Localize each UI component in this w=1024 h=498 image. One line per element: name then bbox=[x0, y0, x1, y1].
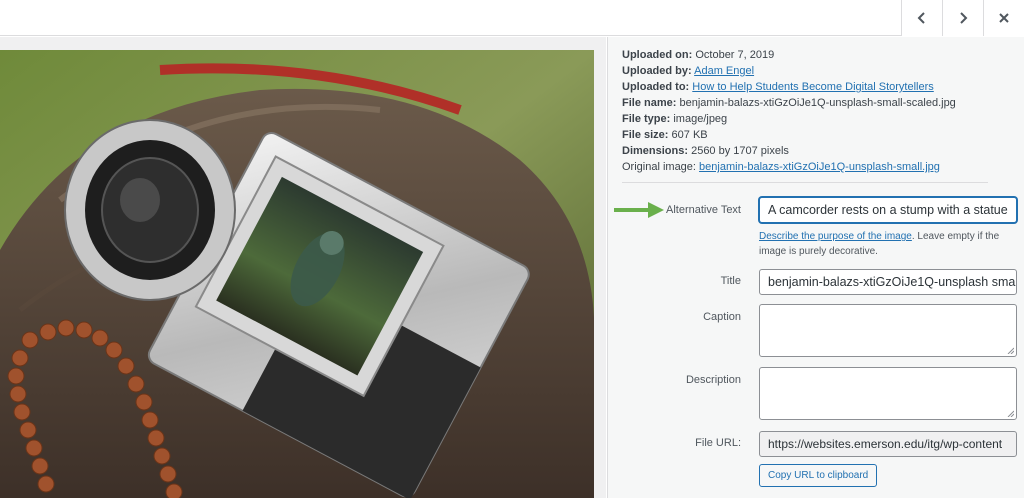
title-input[interactable]: benjamin-balazs-xtiGzOiJe1Q-unsplash sma… bbox=[759, 269, 1017, 295]
divider bbox=[622, 182, 988, 183]
file-name-value: benjamin-balazs-xtiGzOiJe1Q-unsplash-sma… bbox=[679, 97, 956, 109]
file-name-label: File name: bbox=[622, 97, 677, 109]
dimensions-label: Dimensions: bbox=[622, 145, 689, 157]
uploaded-on-value: October 7, 2019 bbox=[695, 49, 775, 61]
resize-handle-icon[interactable] bbox=[1007, 410, 1014, 417]
original-image-row: Original image: benjamin-balazs-xtiGzOiJ… bbox=[622, 159, 956, 175]
previous-button[interactable] bbox=[901, 0, 942, 36]
image-preview bbox=[0, 37, 606, 498]
resize-handle-icon[interactable] bbox=[1007, 347, 1014, 354]
uploaded-to-label: Uploaded to: bbox=[622, 81, 690, 93]
uploaded-on-row: Uploaded on: October 7, 2019 bbox=[622, 47, 956, 63]
uploaded-by-row: Uploaded by: Adam Engel bbox=[622, 63, 956, 79]
attachment-image bbox=[0, 50, 594, 498]
uploaded-to-row: Uploaded to: How to Help Students Become… bbox=[622, 79, 956, 95]
attachment-details-panel: Uploaded on: October 7, 2019 Uploaded by… bbox=[607, 37, 1024, 498]
uploaded-on-label: Uploaded on: bbox=[622, 49, 693, 61]
dimensions-row: Dimensions: 2560 by 1707 pixels bbox=[622, 143, 956, 159]
original-image-link[interactable]: benjamin-balazs-xtiGzOiJe1Q-unsplash-sma… bbox=[699, 161, 940, 173]
uploaded-to-link[interactable]: How to Help Students Become Digital Stor… bbox=[692, 81, 934, 93]
file-name-row: File name: benjamin-balazs-xtiGzOiJe1Q-u… bbox=[622, 95, 956, 111]
describe-purpose-link[interactable]: Describe the purpose of the image bbox=[759, 231, 912, 242]
file-type-value: image/jpeg bbox=[673, 113, 728, 125]
file-size-row: File size: 607 KB bbox=[622, 127, 956, 143]
title-label: Title bbox=[720, 275, 741, 287]
file-size-value: 607 KB bbox=[671, 129, 708, 141]
alt-text-help: Describe the purpose of the image. Leave… bbox=[759, 229, 1019, 259]
modal-header bbox=[0, 0, 1024, 36]
caption-label: Caption bbox=[703, 311, 741, 323]
file-type-label: File type: bbox=[622, 113, 671, 125]
alt-text-input[interactable]: A camcorder rests on a stump with a stat… bbox=[759, 197, 1017, 223]
description-label: Description bbox=[685, 374, 741, 386]
chevron-left-icon bbox=[917, 12, 925, 24]
file-type-row: File type: image/jpeg bbox=[622, 111, 956, 127]
copy-url-button[interactable]: Copy URL to clipboard bbox=[759, 464, 878, 487]
file-url-label: File URL: bbox=[695, 437, 741, 449]
close-button[interactable] bbox=[983, 0, 1024, 36]
next-button[interactable] bbox=[942, 0, 983, 36]
close-icon bbox=[999, 13, 1009, 23]
caption-textarea[interactable] bbox=[759, 304, 1017, 357]
original-image-label: Original image: bbox=[622, 161, 696, 173]
file-url-input[interactable]: https://websites.emerson.edu/itg/wp-cont… bbox=[759, 431, 1017, 457]
uploaded-by-link[interactable]: Adam Engel bbox=[694, 65, 754, 77]
dimensions-value: 2560 by 1707 pixels bbox=[691, 145, 789, 157]
uploaded-by-label: Uploaded by: bbox=[622, 65, 692, 77]
alt-text-label: Alternative Text bbox=[665, 204, 741, 216]
chevron-right-icon bbox=[960, 12, 968, 24]
file-size-label: File size: bbox=[622, 129, 669, 141]
description-textarea[interactable] bbox=[759, 367, 1017, 420]
file-details: Uploaded on: October 7, 2019 Uploaded by… bbox=[622, 47, 956, 175]
